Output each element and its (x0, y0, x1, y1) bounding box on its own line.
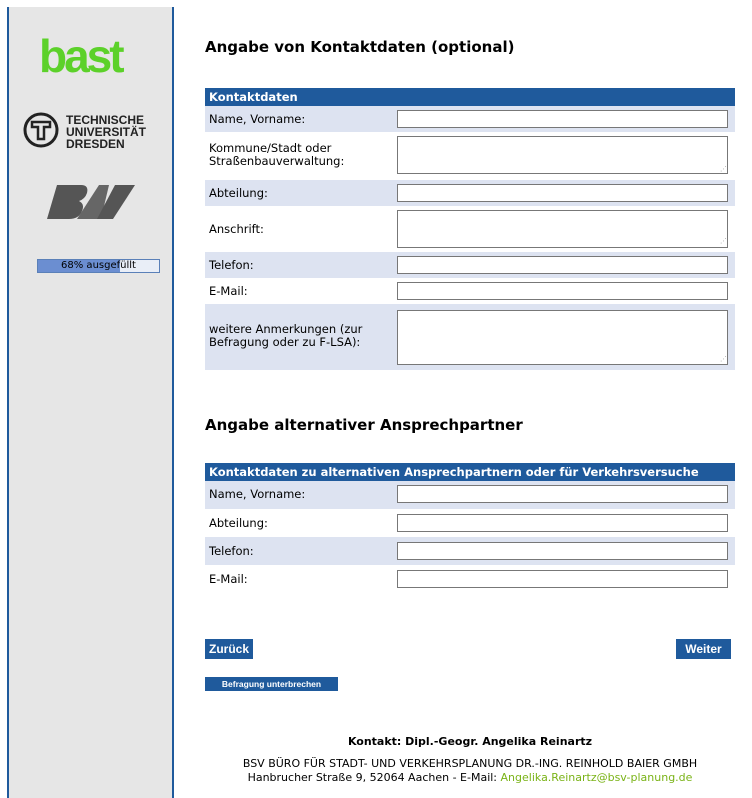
anschrift-textarea[interactable] (397, 210, 728, 248)
contact-person: Kontakt: Dipl.-Geogr. Angelika Reinartz (347, 735, 593, 748)
label-name: Name, Vorname: (209, 112, 306, 126)
alt-label-name: Name, Vorname: (209, 487, 306, 501)
contact-email-link[interactable]: Angelika.Reinartz@bsv-planung.de (501, 771, 693, 784)
tu-dresden-wordmark: TECHNISCHE UNIVERSITÄT DRESDEN (66, 113, 147, 151)
sidebar: bast TECHNISCHE UNIVERSITÄT DRESDEN 68% … (7, 7, 174, 798)
row-telefon: Telefon: (205, 252, 735, 278)
alt-name-input[interactable] (397, 485, 728, 503)
tu-dresden-logo: TECHNISCHE UNIVERSITÄT DRESDEN (23, 112, 173, 152)
row-email: E-Mail: (205, 278, 735, 304)
section2-heading: Angabe alternativer Ansprechpartner (205, 416, 523, 434)
alt-row-email: E-Mail: (205, 565, 735, 593)
alt-row-name: Name, Vorname: (205, 481, 735, 509)
alt-row-abteilung: Abteilung: (205, 509, 735, 537)
row-anschrift: Anschrift: ⋰ (205, 206, 735, 252)
alt-telefon-input[interactable] (397, 542, 728, 560)
telefon-input[interactable] (397, 256, 728, 274)
alt-label-email: E-Mail: (209, 572, 248, 586)
progress-bar: 68% ausgefüllt (37, 259, 160, 273)
label-telefon: Telefon: (209, 258, 254, 272)
kommune-textarea[interactable] (397, 136, 728, 174)
resize-grip-icon[interactable]: ⋰ (720, 356, 727, 363)
bsv-logo (39, 179, 139, 225)
row-name: Name, Vorname: (205, 106, 735, 132)
row-abteilung: Abteilung: (205, 180, 735, 206)
progress-label: 68% ausgefüllt (61, 260, 136, 271)
alt-row-telefon: Telefon: (205, 537, 735, 565)
alt-abteilung-input[interactable] (397, 514, 728, 532)
company-address-line: Hanbrucher Straße 9, 52064 Aachen - E-Ma… (205, 771, 735, 784)
pause-survey-button[interactable]: Befragung unterbrechen (205, 677, 338, 691)
label-email: E-Mail: (209, 284, 248, 298)
section1-heading: Angabe von Kontaktdaten (optional) (205, 38, 515, 56)
label-kommune: Kommune/Stadt oder Straßenbauverwaltung: (209, 141, 345, 168)
contact-table: Kontaktdaten Name, Vorname: Kommune/Stad… (205, 88, 735, 370)
alt-email-input[interactable] (397, 570, 728, 588)
email-input[interactable] (397, 282, 728, 300)
company-address: Hanbrucher Straße 9, 52064 Aachen - E-Ma… (247, 771, 498, 784)
next-button[interactable]: Weiter (676, 639, 731, 659)
label-anmerkungen: weitere Anmerkungen (zur Befragung oder … (209, 322, 363, 349)
contact-table-header: Kontaktdaten (205, 88, 735, 106)
page: bast TECHNISCHE UNIVERSITÄT DRESDEN 68% … (7, 7, 752, 798)
bast-logo: bast (39, 30, 125, 82)
row-anmerkungen: weitere Anmerkungen (zur Befragung oder … (205, 304, 735, 370)
alt-contact-table-header: Kontaktdaten zu alternativen Ansprechpar… (205, 463, 735, 481)
alt-label-abteilung: Abteilung: (209, 516, 268, 530)
row-kommune: Kommune/Stadt oder Straßenbauverwaltung:… (205, 132, 735, 180)
abteilung-input[interactable] (397, 184, 728, 202)
anmerkungen-textarea[interactable] (397, 310, 728, 365)
company-name: BSV BÜRO FÜR STADT- UND VERKEHRSPLANUNG … (242, 757, 698, 770)
resize-grip-icon[interactable]: ⋰ (720, 238, 727, 245)
label-abteilung: Abteilung: (209, 186, 268, 200)
alt-contact-table: Kontaktdaten zu alternativen Ansprechpar… (205, 463, 735, 593)
back-button[interactable]: Zurück (205, 639, 253, 659)
alt-label-telefon: Telefon: (209, 544, 254, 558)
tu-dresden-emblem-icon (23, 112, 59, 148)
name-input[interactable] (397, 110, 728, 128)
resize-grip-icon[interactable]: ⋰ (720, 166, 727, 173)
label-anschrift: Anschrift: (209, 222, 264, 236)
